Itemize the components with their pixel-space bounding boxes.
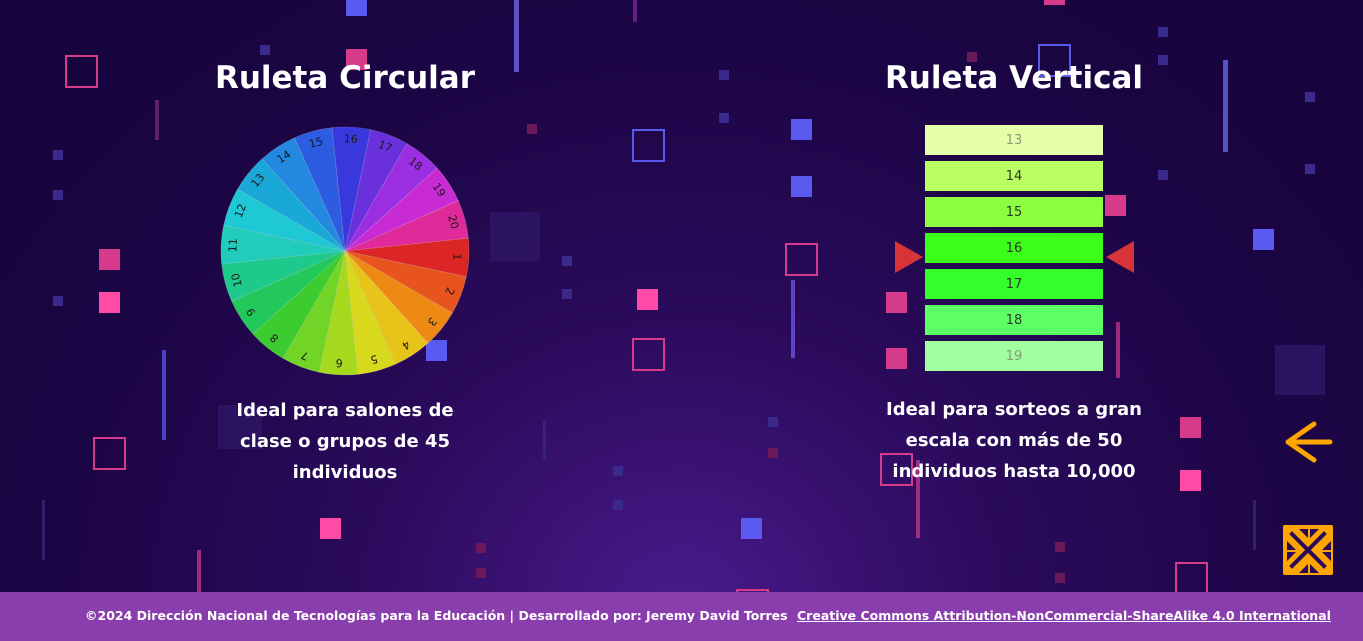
footer-copyright: ©2024 Dirección Nacional de Tecnologías … xyxy=(85,608,788,623)
vertical-slot: 13 xyxy=(925,125,1103,155)
arrow-left-icon xyxy=(1285,421,1333,463)
wheel-number: 11 xyxy=(226,238,240,253)
expand-icon xyxy=(1283,525,1333,575)
circular-roulette-title: Ruleta Circular xyxy=(214,60,476,96)
footer: ©2024 Dirección Nacional de Tecnologías … xyxy=(0,592,1363,641)
vertical-roulette-title: Ruleta Vertical xyxy=(884,60,1144,96)
circular-wheel-image: 123456789101112131415 16 17181920 xyxy=(220,126,470,376)
vertical-slot: 19 xyxy=(925,341,1103,371)
license-link[interactable]: Creative Commons Attribution-NonCommerci… xyxy=(797,608,1331,623)
vertical-slot: 14 xyxy=(925,161,1103,191)
wheel-number: 16 xyxy=(344,132,359,146)
vertical-slot: 17 xyxy=(925,269,1103,299)
back-button[interactable] xyxy=(1274,408,1340,476)
vertical-slot: 15 xyxy=(925,197,1103,227)
circular-roulette-description: Ideal para salones de clase o grupos de … xyxy=(236,400,454,483)
background-decoration xyxy=(42,0,1325,622)
vertical-roulette-description: Ideal para sorteos a gran escala con más… xyxy=(886,399,1142,482)
right-pointer-icon xyxy=(1106,241,1134,273)
vertical-slot: 16 xyxy=(925,233,1103,263)
left-pointer-icon xyxy=(895,241,923,273)
wheel-number: 1 xyxy=(450,253,463,261)
fullscreen-button[interactable] xyxy=(1276,518,1342,584)
vertical-slot: 18 xyxy=(925,305,1103,335)
wheel-number: 6 xyxy=(335,356,343,369)
